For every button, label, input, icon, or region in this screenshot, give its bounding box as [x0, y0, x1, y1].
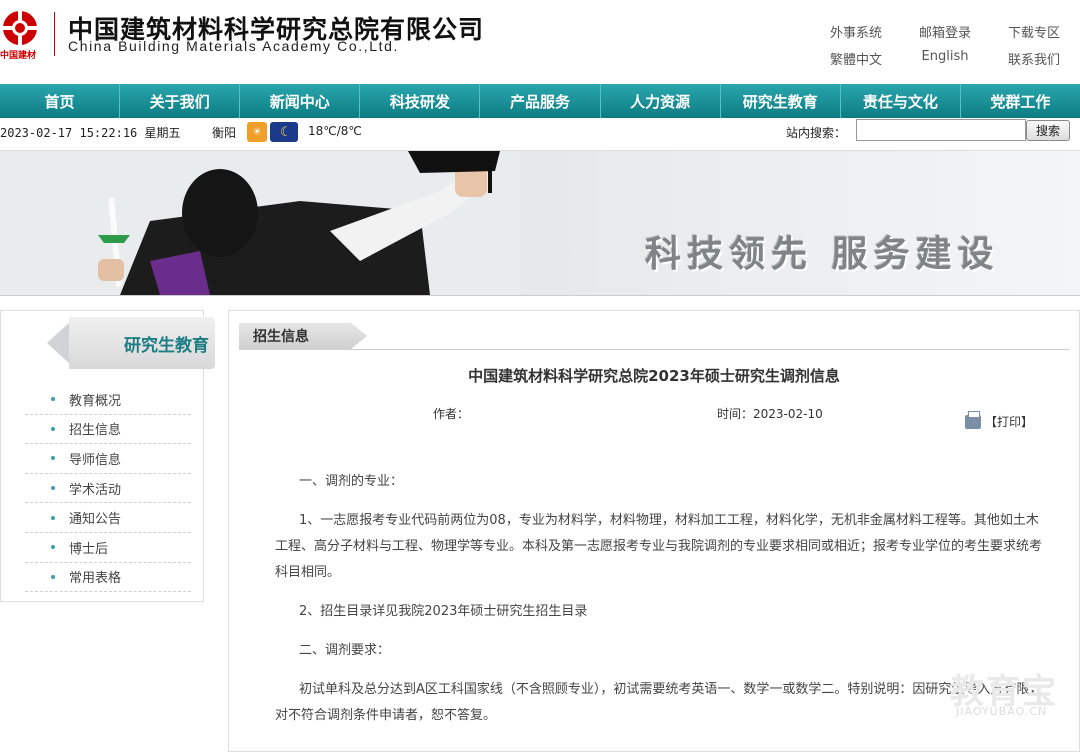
graduate-illustration-icon: [0, 151, 520, 295]
nav-news[interactable]: 新闻中心: [240, 84, 361, 118]
sidebar-item-label: 通知公告: [69, 512, 122, 528]
print-label: 【打印】: [985, 415, 1034, 429]
sidebar-title: 研究生教育: [69, 317, 215, 369]
article-paragraph: 一、调剂的专业：: [275, 469, 1045, 495]
tab-admissions[interactable]: 招生信息: [239, 323, 367, 349]
nav-hr[interactable]: 人力资源: [601, 84, 721, 118]
link-foreign-affairs[interactable]: 外事系统: [830, 22, 882, 49]
sidebar-item-admissions[interactable]: 招生信息: [25, 415, 191, 445]
sidebar: 研究生教育 教育概况 招生信息 导师信息 学术活动 通知公告 博士后 常用表格: [0, 310, 215, 602]
sidebar-item-forms[interactable]: 常用表格: [25, 563, 191, 593]
paragraph-3: 2、招生目录详见我院2023年硕士研究生招生目录: [299, 604, 588, 619]
bullet-icon: [51, 426, 55, 431]
article-date: 时间：2023-02-10: [717, 407, 823, 421]
bullet-icon: [51, 574, 55, 579]
bullet-icon: [51, 545, 55, 550]
partly-cloudy-icon: ☀: [247, 122, 267, 142]
arrow-left-icon: [47, 321, 71, 365]
sidebar-title-block: 研究生教育: [47, 317, 215, 373]
logo-subtext: 中国建材: [0, 51, 37, 61]
link-contact-us[interactable]: 联系我们: [1008, 49, 1060, 76]
company-name-en: China Building Materials Academy Co.,Ltd…: [68, 38, 399, 54]
article-paragraph: 二、调剂要求：: [275, 638, 1045, 664]
top-links: 外事系统 邮箱登录 下载专区 繁體中文 English 联系我们: [830, 22, 1060, 76]
paragraph-2: 1、一志愿报考专业代码前两位为08，专业为材料学，材料物理，材料加工工程，材料化…: [275, 513, 1043, 580]
sidebar-item-label: 常用表格: [69, 571, 122, 587]
weather-temperature: 18℃/8℃: [308, 124, 362, 138]
sidebar-item-label: 博士后: [69, 541, 109, 557]
moon-cloud-icon: ☾: [270, 122, 298, 142]
search-button[interactable]: 搜索: [1026, 120, 1070, 141]
print-button[interactable]: 【打印】: [965, 410, 1034, 430]
bullet-icon: [51, 397, 55, 402]
banner: 科技领先 服务建设: [0, 150, 1080, 296]
paragraph-4: 二、调剂要求：: [299, 643, 391, 658]
link-english[interactable]: English: [922, 49, 969, 76]
nav-research[interactable]: 科技研发: [360, 84, 481, 118]
article-author: 作者：: [433, 407, 470, 421]
logo-divider: [54, 12, 55, 56]
sidebar-item-label: 教育概况: [69, 393, 122, 409]
sidebar-menu: 教育概况 招生信息 导师信息 学术活动 通知公告 博士后 常用表格: [25, 385, 191, 593]
paragraph-5: 初试单科及总分达到A区工科国家线（不含照顾专业），初试需要统考英语一、数学一或数…: [275, 682, 1043, 723]
paragraph-1: 一、调剂的专业：: [299, 474, 404, 489]
nav-about[interactable]: 关于我们: [120, 84, 241, 118]
article-title: 中国建筑材料科学研究总院2023年硕士研究生调剂信息: [468, 367, 840, 385]
sidebar-item-label: 招生信息: [69, 423, 122, 439]
article-paragraph: 2、招生目录详见我院2023年硕士研究生招生目录: [275, 599, 1045, 625]
bullet-icon: [51, 515, 55, 520]
link-traditional-chinese[interactable]: 繁體中文: [830, 49, 882, 76]
article-paragraph: 初试单科及总分达到A区工科国家线（不含照顾专业），初试需要统考英语一、数学一或数…: [275, 677, 1045, 729]
bullet-icon: [51, 456, 55, 461]
section-tabbar: 招生信息: [239, 323, 1069, 350]
nav-home[interactable]: 首页: [0, 84, 121, 118]
nav-party[interactable]: 党群工作: [961, 84, 1080, 118]
printer-icon: [965, 410, 981, 429]
watermark-sub: JIAOYUBAO.CN: [956, 705, 1048, 718]
link-email-login[interactable]: 邮箱登录: [919, 22, 971, 49]
sidebar-item-supervisors[interactable]: 导师信息: [25, 444, 191, 474]
sidebar-item-notices[interactable]: 通知公告: [25, 503, 191, 533]
search-label: 站内搜索：: [786, 126, 847, 140]
nav-graduate[interactable]: 研究生教育: [721, 84, 841, 118]
bullet-icon: [51, 486, 55, 491]
sidebar-item-label: 学术活动: [69, 482, 122, 498]
sidebar-item-label: 导师信息: [69, 452, 122, 468]
info-bar: 2023-02-17 15:22:16 星期五 衡阳 ☀ ☾ 18℃/8℃ 站内…: [0, 118, 1080, 146]
search-input[interactable]: [856, 119, 1026, 141]
nav-products[interactable]: 产品服务: [480, 84, 601, 118]
main-nav: 首页 关于我们 新闻中心 科技研发 产品服务 人力资源 研究生教育 责任与文化 …: [0, 84, 1080, 118]
link-downloads[interactable]: 下载专区: [1008, 22, 1060, 49]
sidebar-item-overview[interactable]: 教育概况: [25, 385, 191, 415]
sidebar-item-postdoc[interactable]: 博士后: [25, 533, 191, 563]
sidebar-item-academic[interactable]: 学术活动: [25, 474, 191, 504]
banner-slogan: 科技领先 服务建设: [645, 234, 1000, 275]
site-header: 中国建材 中国建筑材料科学研究总院有限公司 China Building Mat…: [0, 0, 1080, 82]
current-datetime: 2023-02-17 15:22:16 星期五: [0, 126, 181, 140]
article-paragraph: 1、一志愿报考专业代码前两位为08，专业为材料学，材料物理，材料加工工程，材料化…: [275, 508, 1045, 586]
weather-city: 衡阳: [212, 126, 237, 140]
nav-culture[interactable]: 责任与文化: [841, 84, 961, 118]
